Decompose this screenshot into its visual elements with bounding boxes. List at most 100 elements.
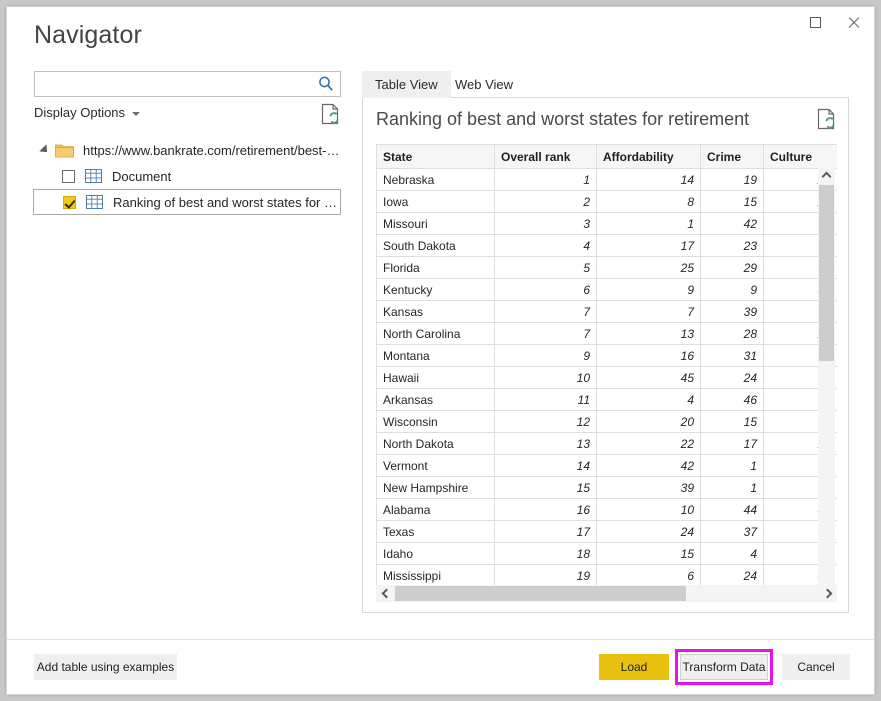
checkbox-ranking-table[interactable] [63,196,76,209]
table-cell: 6 [495,279,597,301]
table-column-header[interactable]: Crime [701,145,764,169]
table-row: New Hampshire153914 [377,477,838,499]
preview-title: Ranking of best and worst states for ret… [376,109,749,130]
folder-icon [55,143,74,158]
table-column-header[interactable]: Culture [764,145,838,169]
table-cell: 44 [701,499,764,521]
vertical-scroll-thumb[interactable] [819,185,834,361]
table-cell: Kansas [377,301,495,323]
table-row: Florida5252913 [377,257,838,279]
horizontal-scroll-thumb[interactable] [395,586,686,601]
scroll-left-button[interactable] [376,585,393,602]
tree-item-label: Document [112,169,171,184]
close-icon [847,16,860,29]
tree-item-document[interactable]: Document [34,163,341,189]
source-tree: https://www.bankrate.com/retirement/best… [34,137,341,215]
table-cell: South Dakota [377,235,495,257]
chevron-left-icon [381,589,391,599]
table-cell: 45 [597,367,701,389]
table-cell: 37 [701,521,764,543]
table-header: StateOverall rankAffordabilityCrimeCultu… [377,145,838,169]
table-cell: 24 [597,521,701,543]
search-input[interactable] [35,72,313,96]
table-cell: 3 [495,213,597,235]
scroll-right-button[interactable] [820,585,837,602]
table-cell: 1 [495,169,597,191]
display-options-label: Display Options [34,105,125,120]
table-column-header[interactable]: Overall rank [495,145,597,169]
table-cell: New Hampshire [377,477,495,499]
table-cell: 9 [597,279,701,301]
table-row: North Carolina7132828 [377,323,838,345]
table-cell: 19 [701,169,764,191]
table-cell: Alabama [377,499,495,521]
table-cell: Hawaii [377,367,495,389]
maximize-button[interactable] [796,7,834,37]
cancel-button[interactable]: Cancel [782,654,850,680]
table-column-header[interactable]: State [377,145,495,169]
search-icon[interactable] [317,75,335,93]
table-row: Mississippi1962449 [377,565,838,587]
table-cell: 24 [701,367,764,389]
table-cell: 17 [597,235,701,257]
table-row: Alabama16104444 [377,499,838,521]
display-options-dropdown[interactable]: Display Options [34,105,140,120]
table-grid-icon [85,169,102,183]
table-cell: 11 [495,389,597,411]
tree-item-ranking-table[interactable]: Ranking of best and worst states for ret… [33,189,341,215]
table-cell: 15 [495,477,597,499]
table-row: Kentucky69946 [377,279,838,301]
triangle-expanded-icon[interactable] [39,144,50,155]
tab-web-view[interactable]: Web View [442,71,526,98]
load-button[interactable]: Load [599,654,669,680]
table-cell: 7 [597,301,701,323]
search-box[interactable] [34,71,341,97]
table-cell: 23 [701,235,764,257]
table-header-row: StateOverall rankAffordabilityCrimeCultu… [377,145,838,169]
transform-data-button[interactable]: Transform Data [680,654,768,680]
horizontal-scrollbar[interactable] [376,585,837,602]
close-button[interactable] [834,7,872,37]
table-cell: 14 [495,455,597,477]
table-row: Arkansas1144639 [377,389,838,411]
table-cell: 31 [701,345,764,367]
table-row: Missouri314233 [377,213,838,235]
table-cell: Arkansas [377,389,495,411]
refresh-document-icon[interactable] [321,103,340,125]
table-cell: 4 [701,543,764,565]
vertical-scrollbar[interactable] [818,166,835,602]
table-row: Vermont144213 [377,455,838,477]
scroll-up-button[interactable] [818,166,835,183]
tab-strip: Table View Web View [362,71,849,98]
table-column-header[interactable]: Affordability [597,145,701,169]
table-cell: 28 [701,323,764,345]
table-cell: 13 [597,323,701,345]
tree-item-label: https://www.bankrate.com/retirement/best… [83,143,341,158]
table-row: Iowa281520 [377,191,838,213]
table-cell: 12 [495,411,597,433]
maximize-icon [810,17,821,28]
table-cell: Nebraska [377,169,495,191]
table-cell: 15 [597,543,701,565]
tab-table-view[interactable]: Table View [362,71,451,98]
table-row: South Dakota4172312 [377,235,838,257]
preview-container: Ranking of best and worst states for ret… [362,98,849,613]
checkbox-document[interactable] [62,170,75,183]
table-cell: 15 [701,411,764,433]
table-cell: 16 [495,499,597,521]
table-row: Nebraska1141921 [377,169,838,191]
table-cell: Vermont [377,455,495,477]
table-cell: 6 [597,565,701,587]
title-bar: Navigator [7,7,874,65]
table-cell: 10 [597,499,701,521]
preview-panel: Table View Web View Ranking of best and … [362,71,849,641]
table-cell: 4 [597,389,701,411]
chevron-up-icon [822,171,832,181]
add-table-using-examples-button[interactable]: Add table using examples [34,654,177,680]
tab-label: Web View [455,77,513,92]
tree-item-source-root[interactable]: https://www.bankrate.com/retirement/best… [34,137,341,163]
refresh-document-icon[interactable] [817,108,836,130]
table-cell: 10 [495,367,597,389]
table-cell: 16 [597,345,701,367]
table-row: Kansas773937 [377,301,838,323]
